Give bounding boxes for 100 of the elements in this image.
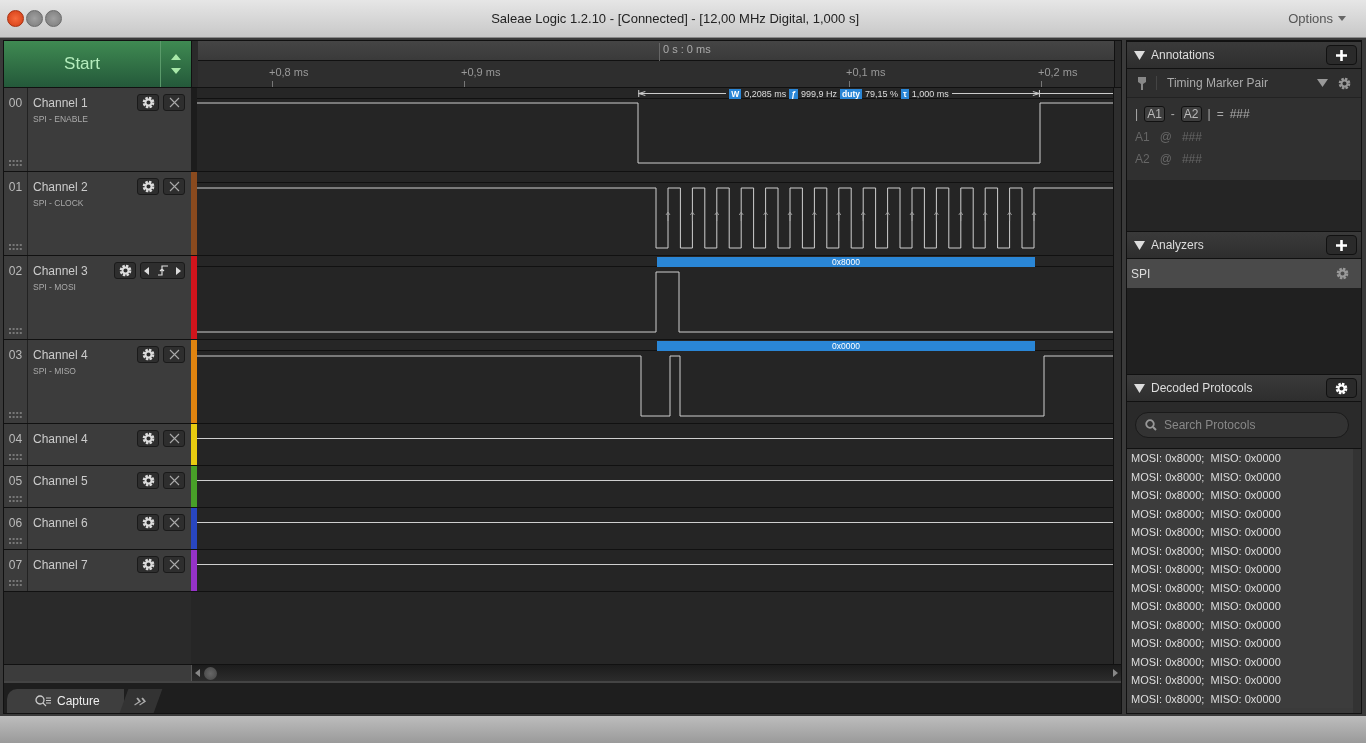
drag-handle-icon[interactable] <box>8 328 23 334</box>
marker-tag: A2 <box>1180 106 1202 122</box>
at-sign: @ <box>1159 152 1172 166</box>
right-arrow-icon <box>175 266 181 275</box>
drag-handle-icon[interactable] <box>8 538 23 544</box>
channel-header[interactable]: 04 Channel 4 <box>4 424 191 465</box>
drag-handle-icon[interactable] <box>8 454 23 460</box>
measurement-value: 79,15 % <box>864 88 898 99</box>
channel-label: SPI - MISO <box>33 366 77 376</box>
channel-number: 03 <box>8 348 23 362</box>
collapse-triangle-icon[interactable] <box>1134 50 1145 60</box>
decoded-data-bar[interactable]: 0x0000 <box>657 341 1035 351</box>
close-button[interactable] <box>163 178 185 195</box>
channel-header[interactable]: 02 Channel 3 SPI - MOSI <box>4 256 191 339</box>
collapse-triangle-icon[interactable] <box>1134 383 1145 393</box>
channel-header[interactable]: 06 Channel 6 <box>4 508 191 549</box>
close-button[interactable] <box>163 94 185 111</box>
settings-button[interactable] <box>137 472 159 489</box>
scroll-thumb[interactable] <box>204 666 217 680</box>
drag-handle-icon[interactable] <box>8 160 23 166</box>
settings-button[interactable] <box>114 262 136 279</box>
settings-button[interactable] <box>137 430 159 447</box>
search-icon <box>35 695 53 707</box>
measurement-value: 999,9 Hz <box>801 88 837 99</box>
close-button[interactable] <box>163 514 185 531</box>
measurement-badge: W <box>729 88 742 99</box>
close-icon <box>168 181 180 192</box>
channel-label: SPI - CLOCK <box>33 198 85 208</box>
drag-handle-icon[interactable] <box>8 496 23 502</box>
channel-number: 06 <box>8 516 23 530</box>
window-title: Saleae Logic 1.2.10 - [Connected] - [12,00 MHz Digital, 1,000 s] <box>490 11 860 26</box>
channel-header[interactable]: 01 Channel 2 SPI - CLOCK <box>4 172 191 255</box>
settings-icon <box>141 348 155 361</box>
settings-icon <box>141 96 155 109</box>
drag-handle-icon[interactable] <box>8 580 23 586</box>
ruler-tick-label: +0,2 ms <box>1038 66 1078 78</box>
maximize-button[interactable] <box>45 10 62 27</box>
scroll-left-icon <box>195 669 200 677</box>
channel-header[interactable]: 05 Channel 5 <box>4 466 191 507</box>
close-icon <box>168 517 180 528</box>
add-button[interactable] <box>1326 45 1357 65</box>
measurement-badge: τ <box>901 88 909 99</box>
capture-tab[interactable]: Capture <box>7 689 124 713</box>
drag-handle-icon[interactable] <box>8 244 23 250</box>
horizontal-scrollbar[interactable] <box>191 665 1121 681</box>
close-button[interactable] <box>163 346 185 363</box>
channel-name: Channel 6 <box>33 515 89 530</box>
channel-number: 07 <box>8 558 23 572</box>
channel-name: Channel 4 <box>33 347 89 362</box>
plus-icon <box>1336 49 1347 61</box>
channel-number: 04 <box>8 432 23 446</box>
speed-arrows-button[interactable] <box>161 41 191 87</box>
channel-header[interactable]: 03 Channel 4 SPI - MISO <box>4 340 191 423</box>
formula-text: - <box>1170 107 1175 121</box>
minimize-button[interactable] <box>26 10 43 27</box>
marker-value: ### <box>1181 130 1202 144</box>
dropdown-caret-icon[interactable] <box>1317 78 1328 88</box>
settings-button[interactable] <box>137 556 159 573</box>
settings-button[interactable] <box>137 514 159 531</box>
settings-button[interactable] <box>137 94 159 111</box>
channel-name: Channel 1 <box>33 95 89 110</box>
vertical-scrollbar[interactable] <box>1113 88 1121 664</box>
search-icon <box>1145 419 1157 431</box>
search-field[interactable]: Search Protocols <box>1135 412 1349 438</box>
settings-icon <box>141 474 155 487</box>
settings-icon[interactable] <box>1338 76 1351 90</box>
channel-number: 05 <box>8 474 23 488</box>
start-button[interactable]: Start <box>4 41 161 87</box>
channel-header[interactable]: 07 Channel 7 <box>4 550 191 591</box>
time-ruler[interactable]: 0 s : 0 ms +0,8 ms +0,9 ms +0,1 ms +0,2 ms <box>198 41 1114 87</box>
channel-name: Channel 3 <box>33 263 89 278</box>
close-button[interactable] <box>163 556 185 573</box>
trigger-control[interactable] <box>140 262 185 279</box>
decoded-data-bar[interactable]: 0x8000 <box>657 257 1035 267</box>
measurement-badge: duty <box>840 88 862 99</box>
at-sign: @ <box>1159 130 1172 144</box>
channel-header[interactable]: 00 Channel 1 SPI - ENABLE <box>4 88 191 171</box>
settings-icon[interactable] <box>1336 267 1349 280</box>
add-button[interactable] <box>1326 235 1357 255</box>
formula-text: ### <box>1229 107 1250 121</box>
settings-button[interactable] <box>1326 378 1357 398</box>
measurement-badge: ƒ <box>789 88 798 99</box>
close-button[interactable] <box>163 430 185 447</box>
vertical-scrollbar[interactable] <box>1353 449 1361 713</box>
analyzer-item[interactable]: SPI <box>1127 259 1361 288</box>
marker-tag: A1 <box>1144 106 1165 122</box>
drag-handle-icon[interactable] <box>8 412 23 418</box>
channel-number: 01 <box>8 180 23 194</box>
channel-number: 00 <box>8 96 23 110</box>
close-icon <box>168 559 180 570</box>
close-button[interactable] <box>163 472 185 489</box>
settings-icon <box>141 432 155 445</box>
settings-button[interactable] <box>137 346 159 363</box>
settings-icon <box>141 180 155 193</box>
options-menu[interactable]: Options <box>1288 11 1366 26</box>
marker-type-dropdown[interactable]: Timing Marker Pair <box>1156 76 1307 90</box>
close-button[interactable] <box>7 10 24 27</box>
settings-button[interactable] <box>137 178 159 195</box>
collapse-triangle-icon[interactable] <box>1134 240 1145 250</box>
grip-icon[interactable] <box>191 41 198 87</box>
